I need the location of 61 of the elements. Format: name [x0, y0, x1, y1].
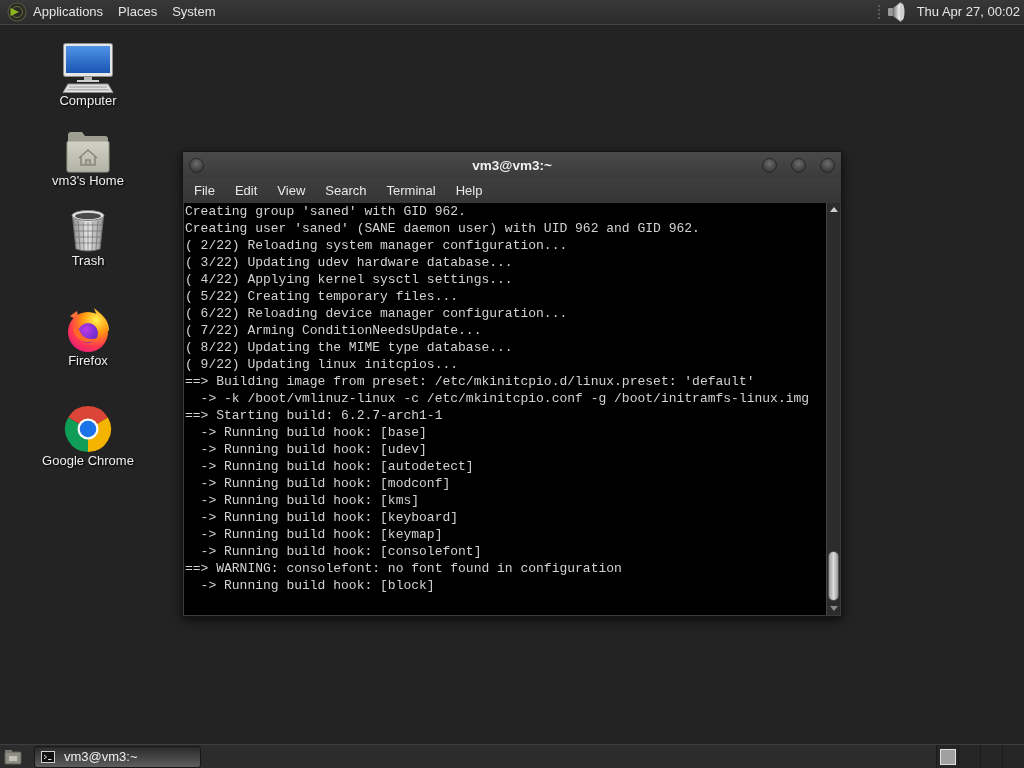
- menu-button[interactable]: Applications: [27, 1, 110, 23]
- terminal-line: ( 2/22) Reloading system manager configuration...: [185, 237, 569, 254]
- terminal-line: Creating group 'saned' with GID 962.: [185, 203, 467, 220]
- close-button[interactable]: [820, 157, 835, 173]
- desktop-icon-label[interactable]: Firefox: [68, 353, 108, 369]
- terminal-line: -> -k /boot/vmlinuz-linux -c /etc/mkinitcpio.conf -g /boot/initramfs-linux.img: [199, 390, 811, 407]
- terminal-line: ==> Building image from preset: /etc/mkinitcpio.d/linux.preset: 'default': [185, 373, 756, 390]
- terminal-line: ( 9/22) Updating linux initcpios...: [185, 356, 460, 373]
- window-thumbnail: [939, 748, 956, 765]
- desktop-icon-label[interactable]: Trash: [71, 253, 105, 269]
- scrollbar-thumb[interactable]: [828, 551, 839, 601]
- terminal-line: ( 7/22) Arming ConditionNeedsUpdate...: [185, 322, 483, 339]
- home-folder-icon[interactable]: [66, 131, 110, 173]
- terminal-line: -> Running build hook: [base]: [199, 424, 428, 441]
- trash-icon[interactable]: [69, 209, 107, 253]
- terminal-line: -> Running build hook: [consolefont]: [199, 543, 483, 560]
- speaker-icon[interactable]: [886, 1, 907, 23]
- terminal-line: ( 3/22) Updating udev hardware database...: [185, 254, 514, 271]
- fox-logo-icon[interactable]: [65, 307, 111, 353]
- desktop-icon-label[interactable]: Google Chrome: [42, 453, 134, 469]
- triangle-logo-icon[interactable]: [7, 2, 27, 22]
- menu-item[interactable]: Search: [315, 179, 377, 202]
- terminal-line: ==> Starting build: 6.2.7-arch1-1: [185, 407, 444, 424]
- desktop-icon-label[interactable]: Computer: [59, 93, 117, 109]
- window-menu-button[interactable]: [189, 157, 204, 173]
- menu-item[interactable]: File: [184, 179, 225, 202]
- menu-item[interactable]: Terminal: [376, 179, 446, 202]
- workspace-switcher[interactable]: [936, 745, 1024, 768]
- desktop-icon-label[interactable]: vm3's Home: [52, 173, 124, 189]
- terminal-line: ( 5/22) Creating temporary files...: [185, 288, 460, 305]
- terminal-icon: [41, 750, 55, 763]
- menu-item[interactable]: Help: [445, 179, 493, 202]
- terminal-line: ( 8/22) Updating the MIME type database...: [185, 339, 514, 356]
- terminal-line: -> Running build hook: [modconf]: [199, 475, 452, 492]
- monitor-icon[interactable]: [60, 43, 116, 93]
- menu-button[interactable]: System: [166, 1, 222, 23]
- terminal-line: -> Running build hook: [udev]: [199, 441, 428, 458]
- down-arrow-icon[interactable]: [829, 606, 838, 611]
- menu-item[interactable]: View: [267, 179, 316, 202]
- terminal-line: ( 6/22) Reloading device manager configuration...: [185, 305, 569, 322]
- show-desktop-icon[interactable]: [4, 748, 22, 765]
- terminal-line: -> Running build hook: [block]: [199, 577, 436, 594]
- maximize-button[interactable]: [791, 157, 806, 173]
- window-title: vm3@vm3:~: [472, 157, 552, 173]
- terminal-line: -> Running build hook: [keyboard]: [199, 509, 460, 526]
- terminal-line: Creating user 'saned' (SANE daemon user) with UID 962 and GID 962.: [185, 220, 701, 237]
- terminal-line: -> Running build hook: [kms]: [199, 492, 421, 509]
- scrollbar[interactable]: [826, 203, 840, 615]
- terminal-line: ( 4/22) Applying kernel sysctl settings...: [185, 271, 514, 288]
- ring-logo-icon[interactable]: [64, 405, 112, 453]
- minimize-button[interactable]: [762, 157, 777, 173]
- clock[interactable]: Thu Apr 27, 00:02: [914, 4, 1024, 20]
- menu-button[interactable]: Places: [112, 1, 164, 23]
- taskbar-button[interactable]: vm3@vm3:~: [34, 745, 201, 768]
- drag-handle-icon: [876, 4, 881, 20]
- menu-item[interactable]: Edit: [224, 179, 268, 202]
- up-arrow-icon[interactable]: [829, 207, 838, 212]
- terminal-line: -> Running build hook: [keymap]: [199, 526, 444, 543]
- terminal-line: -> Running build hook: [autodetect]: [199, 458, 475, 475]
- title-bar[interactable]: vm3@vm3:~: [183, 152, 841, 178]
- terminal-line: ==> WARNING: consolefont: no font found in configuration: [185, 560, 623, 577]
